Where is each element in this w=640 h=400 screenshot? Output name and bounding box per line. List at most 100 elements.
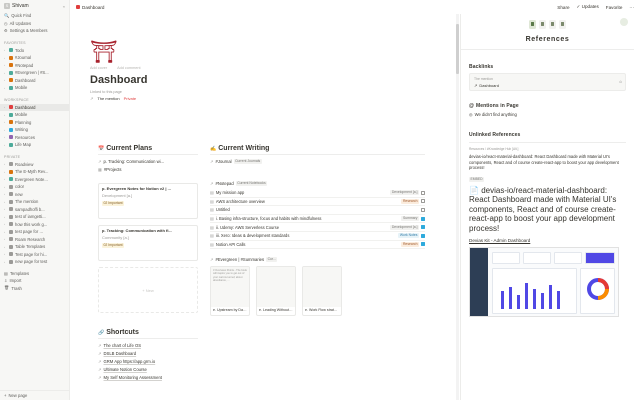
shortcut-link[interactable]: ↗ Ultimate Notion Course [98, 365, 198, 373]
sidebar-private-item[interactable]: › how this work g... [0, 221, 69, 229]
chevron-right-icon[interactable]: › [4, 162, 7, 166]
settings-members[interactable]: ⚙ Settings & Members [0, 27, 69, 35]
sidebar-private-item[interactable]: › Table Templates [0, 243, 69, 251]
sidebar-private-item[interactable]: › Roam Research [0, 236, 69, 244]
embed-title[interactable]: 📄 devias-io/react-material-dashboard: Re… [469, 186, 626, 234]
evergreen-view[interactable]: ↗ #Evergreen | #Summaries Cur... [210, 255, 425, 263]
chevron-right-icon[interactable]: › [4, 260, 7, 264]
devias-link[interactable]: Devias Kit - Admin Dashboard [469, 238, 626, 243]
journal-view[interactable]: ↗ #Journal Current Journals [210, 157, 425, 165]
note-checkbox[interactable] [421, 190, 425, 195]
references-tab[interactable] [529, 19, 536, 29]
note-row[interactable]: ▤ Untitled [210, 206, 425, 215]
sidebar-favorite-item[interactable]: › Dashboard [0, 77, 69, 85]
sidebar-favorite-item[interactable]: › #Evergreen | #S... [0, 69, 69, 77]
sidebar-favorite-item[interactable]: › #Journal [0, 54, 69, 62]
sidebar-favorite-item[interactable]: › Todo [0, 47, 69, 55]
gallery-card[interactable]: 3 Overview Points - The book will inspir… [210, 266, 250, 317]
panel-toggle-icon[interactable] [620, 18, 628, 26]
sidebar-workspace-item[interactable]: › Dashboard [0, 103, 69, 111]
chevron-right-icon[interactable]: › [4, 120, 7, 124]
note-row[interactable]: ▤ My mission app Development [a.] [210, 189, 425, 198]
projects-view-tab[interactable]: ▦ #Projects [98, 165, 198, 173]
notepad-view-selector[interactable]: Current Notebooks [235, 180, 268, 186]
import-link[interactable]: ⇩ Import [0, 277, 69, 285]
chevron-right-icon[interactable]: › [4, 86, 7, 90]
chevron-right-icon[interactable]: › [4, 185, 7, 189]
chevron-right-icon[interactable]: › [4, 200, 7, 204]
unlinked-reference[interactable]: Resources / #Knowledge Hub [Alt.] devias… [469, 147, 626, 317]
sidebar-private-item[interactable]: › Roadview [0, 161, 69, 169]
gallery-card[interactable]: e. Leading Without Auth... [256, 266, 296, 317]
chevron-right-icon[interactable]: › [4, 71, 7, 75]
chevron-right-icon[interactable]: › [4, 245, 7, 249]
open-icon[interactable]: ⊙ [619, 80, 622, 84]
chevron-right-icon[interactable]: › [4, 78, 7, 82]
project-card[interactable]: p. Evergreen Notes for Notion v2 | ... D… [98, 183, 198, 219]
evergreen-view-selector[interactable]: Cur... [266, 256, 278, 262]
sidebar-workspace-item[interactable]: › Mobile [0, 111, 69, 119]
torii-gate-icon[interactable]: ⛩ [90, 40, 440, 64]
sidebar-private-item[interactable]: › color [0, 183, 69, 191]
sidebar-private-item[interactable]: › The E-Myth Rev... [0, 168, 69, 176]
share-button[interactable]: Share [557, 5, 569, 10]
grid-tab[interactable] [539, 19, 546, 29]
sidebar-private-item[interactable]: › Test page for hi... [0, 251, 69, 259]
add-comment-button[interactable]: Add comment [117, 66, 140, 70]
workspace-switcher[interactable]: S Shivam « [0, 0, 69, 12]
templates-link[interactable]: ▤ Templates [0, 270, 69, 278]
journal-view-selector[interactable]: Current Journals [233, 158, 262, 164]
chevron-right-icon[interactable]: › [4, 207, 7, 211]
note-checkbox[interactable] [421, 233, 425, 238]
breadcrumb[interactable]: Dashboard [76, 5, 104, 10]
chevron-right-icon[interactable]: › [4, 48, 7, 52]
shortcut-link[interactable]: ↗ DSLB Dashboard [98, 349, 198, 357]
chevron-right-icon[interactable]: › [4, 135, 7, 139]
chevron-right-icon[interactable]: › [4, 237, 7, 241]
new-card-button[interactable]: + New [98, 267, 198, 313]
sidebar-workspace-item[interactable]: › Planning [0, 119, 69, 127]
chevron-right-icon[interactable]: › [4, 56, 7, 60]
page-title[interactable]: Dashboard [90, 74, 440, 86]
note-checkbox[interactable] [421, 242, 425, 247]
chevron-right-icon[interactable]: › [4, 192, 7, 196]
sidebar-workspace-item[interactable]: › Life Map [0, 141, 69, 149]
favorite-button[interactable]: Favorite [606, 5, 623, 10]
sidebar-private-item[interactable]: › new page for test [0, 258, 69, 266]
trash-link[interactable]: 🗑 Trash [0, 285, 69, 293]
chevron-right-icon[interactable]: › [4, 222, 7, 226]
gallery-card[interactable]: e. Work Flow strategie... [302, 266, 342, 317]
page-scrollbar[interactable] [456, 14, 459, 400]
more-button[interactable]: ··· [629, 5, 634, 10]
collapse-icon[interactable]: « [63, 4, 65, 9]
note-row[interactable]: ▤ i. Basing infra-structure, focus and ha… [210, 215, 425, 224]
shortcut-link[interactable]: ↗ My Self Monitoring Assessment [98, 373, 198, 381]
note-checkbox[interactable] [421, 199, 425, 204]
sidebar-private-item[interactable]: › test of iamgetti... [0, 213, 69, 221]
new-page-button[interactable]: + New page [0, 390, 69, 400]
all-updates[interactable]: ◷ All Updates [0, 20, 69, 28]
sidebar-favorite-item[interactable]: › #Notepad [0, 62, 69, 70]
sidebar-workspace-item[interactable]: › Writing [0, 126, 69, 134]
chevron-right-icon[interactable]: › [4, 143, 7, 147]
note-checkbox[interactable] [421, 216, 425, 221]
note-row[interactable]: ▤ iii. Xero: Ideas & development standard… [210, 232, 425, 241]
notepad-view[interactable]: ↗ #Notepad Current Notebooks [210, 179, 425, 187]
scrollbar-thumb[interactable] [456, 24, 459, 74]
shortcut-link[interactable]: ↗ GRM App https://app.grm.io [98, 357, 198, 365]
chevron-right-icon[interactable]: › [4, 170, 7, 174]
note-checkbox[interactable] [421, 225, 425, 230]
chevron-right-icon[interactable]: › [4, 128, 7, 132]
quick-find[interactable]: 🔍 Quick Find [0, 12, 69, 20]
sidebar-private-item[interactable]: › sampadhoffi b... [0, 206, 69, 214]
sidebar-private-item[interactable]: › test page for ... [0, 228, 69, 236]
chevron-right-icon[interactable]: › [4, 252, 7, 256]
sidebar-workspace-item[interactable]: › Resources [0, 134, 69, 142]
shortcut-link[interactable]: ↗ The chart of Life OS [98, 341, 198, 349]
chevron-right-icon[interactable]: › [4, 215, 7, 219]
note-checkbox[interactable] [421, 207, 425, 212]
updates-button[interactable]: ✓ Updates [577, 4, 599, 10]
chevron-right-icon[interactable]: › [4, 63, 7, 67]
note-row[interactable]: ▤ AWS architecture overview Research [210, 198, 425, 207]
note-row[interactable]: ▤ ii. Udemy: AWS Serverless Course Develop… [210, 223, 425, 232]
